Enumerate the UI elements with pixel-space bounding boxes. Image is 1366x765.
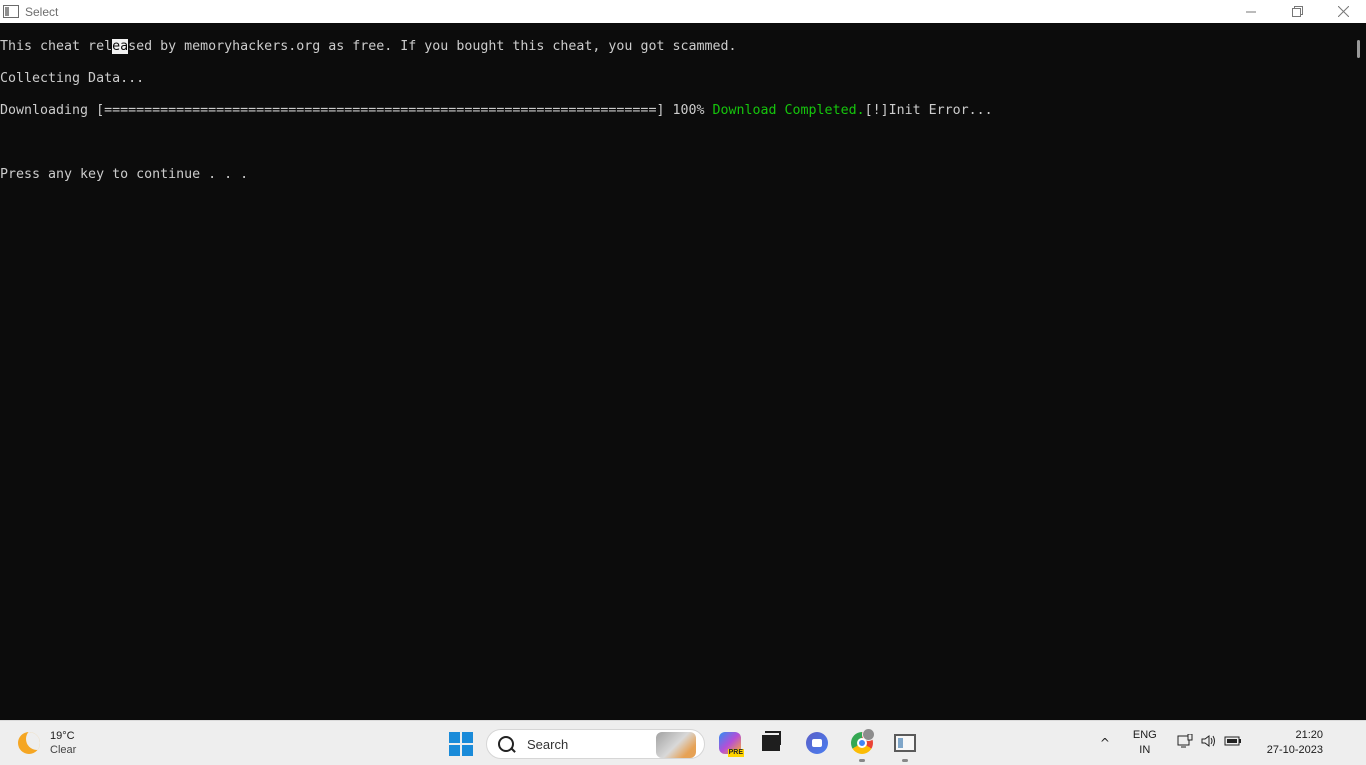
start-tile: [449, 732, 460, 743]
selection-cursor: ea: [112, 39, 129, 54]
clock-date: 27-10-2023: [1266, 744, 1323, 756]
terminal-text: This cheat rel: [0, 39, 113, 54]
profile-badge-icon: [862, 728, 875, 741]
network-icon[interactable]: [1175, 733, 1195, 752]
minimize-icon: [1246, 11, 1256, 12]
weather-condition: Clear: [50, 744, 77, 756]
terminal-text: sed by memoryhackers.org as free. If you…: [128, 39, 737, 54]
system-tray: ^ ENG IN 21:20 27-10-2023: [1095, 721, 1366, 765]
console-taskbar-button[interactable]: [892, 730, 918, 762]
task-view-button[interactable]: [758, 730, 784, 756]
language-code: ENG: [1132, 729, 1157, 741]
search-label: Search: [527, 736, 569, 752]
taskbar: 19°C Clear Search PRE ^ ENG IN 21:20 27-…: [0, 720, 1366, 765]
region-code: IN: [1139, 744, 1151, 756]
progress-text: Downloading [===========================…: [0, 103, 713, 118]
chrome-button[interactable]: [849, 728, 875, 762]
minimize-button[interactable]: [1228, 0, 1274, 23]
chevron-up-icon[interactable]: ^: [1095, 736, 1115, 750]
taskbar-search[interactable]: Search: [486, 729, 705, 759]
running-indicator: [902, 759, 908, 762]
terminal-line: Collecting Data...: [0, 71, 145, 86]
console-icon: [894, 734, 916, 752]
chrome-icon: [851, 728, 875, 754]
clock-time: 21:20: [1295, 729, 1323, 741]
running-indicator: [859, 759, 865, 762]
task-view-icon: [762, 731, 781, 751]
download-complete-text: Download Completed.: [712, 103, 865, 118]
vertical-scrollbar[interactable]: [1352, 23, 1366, 720]
title-bar[interactable]: Select: [0, 0, 1366, 23]
weather-widget[interactable]: 19°C Clear: [18, 729, 76, 757]
weather-text: 19°C Clear: [50, 729, 76, 757]
start-tile: [449, 745, 460, 756]
error-text: [!]Init Error...: [864, 103, 993, 118]
meet-icon: [806, 732, 828, 754]
windows-start-icon[interactable]: [449, 732, 473, 756]
volume-icon[interactable]: [1199, 734, 1219, 752]
scroll-thumb[interactable]: [1357, 40, 1360, 58]
copilot-icon: PRE: [719, 732, 744, 757]
restore-button[interactable]: [1274, 0, 1320, 23]
terminal-line: Press any key to continue . . .: [0, 167, 249, 182]
clock[interactable]: 21:20 27-10-2023: [1267, 728, 1323, 758]
battery-icon[interactable]: [1223, 735, 1243, 751]
search-highlight-image: [656, 732, 696, 758]
weather-temperature: 19°C: [50, 730, 75, 742]
close-icon: [1337, 6, 1349, 17]
start-tile: [462, 732, 473, 743]
terminal-line: Downloading [===========================…: [0, 103, 1352, 119]
restore-icon: [1291, 6, 1303, 17]
terminal-output[interactable]: This cheat released by memoryhackers.org…: [0, 23, 1352, 720]
console-window: Select This cheat released by memoryhack…: [0, 0, 1366, 720]
close-button[interactable]: [1320, 0, 1366, 23]
copilot-button[interactable]: PRE: [717, 730, 744, 757]
language-indicator[interactable]: ENG IN: [1133, 728, 1157, 758]
meet-button[interactable]: [804, 730, 830, 756]
search-icon: [498, 736, 514, 752]
console-app-icon: [3, 5, 19, 18]
window-controls: [1228, 0, 1366, 23]
start-tile: [462, 745, 473, 756]
preview-badge: PRE: [727, 749, 744, 757]
terminal-line: This cheat released by memoryhackers.org…: [0, 39, 1352, 55]
moon-icon: [18, 732, 40, 754]
window-title: Select: [25, 4, 59, 19]
